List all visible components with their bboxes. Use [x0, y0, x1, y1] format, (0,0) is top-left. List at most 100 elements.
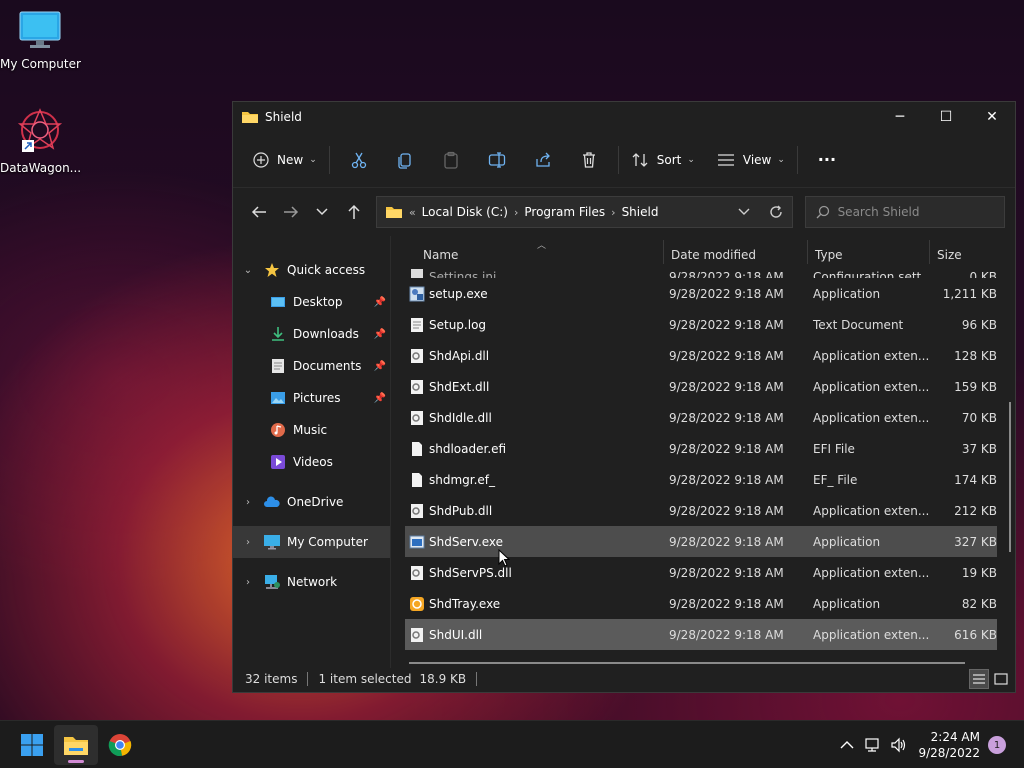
details-view-icon [973, 674, 985, 684]
show-hidden-icons-button[interactable] [834, 730, 860, 760]
volume-button[interactable] [886, 730, 912, 760]
sort-button[interactable]: Sort ⌄ [625, 144, 701, 176]
back-button[interactable] [243, 196, 275, 228]
column-divider[interactable] [807, 240, 808, 264]
tiles-view-button[interactable] [991, 669, 1011, 689]
nav-label: Network [287, 575, 338, 589]
nav-pictures[interactable]: Pictures 📌 [233, 382, 390, 414]
share-button[interactable] [520, 144, 566, 176]
recent-locations-button[interactable] [306, 196, 338, 228]
close-button[interactable]: ✕ [969, 102, 1015, 132]
file-date: 9/28/2022 9:18 AM [669, 596, 784, 611]
search-box[interactable] [804, 196, 1005, 228]
paste-button[interactable] [428, 144, 474, 176]
horizontal-scrollbar[interactable] [409, 662, 965, 664]
file-date: 9/28/2022 9:18 AM [669, 534, 784, 549]
file-row[interactable]: ShdServ.exe 9/28/2022 9:18 AM Applicatio… [405, 526, 997, 557]
rename-button[interactable] [474, 144, 520, 176]
minimize-button[interactable]: ─ [877, 102, 923, 132]
nav-my-computer[interactable]: › My Computer [233, 526, 390, 558]
nav-desktop[interactable]: Desktop 📌 [233, 286, 390, 318]
clock[interactable]: 2:24 AM 9/28/2022 [918, 729, 980, 761]
file-row[interactable]: ShdIdle.dll 9/28/2022 9:18 AM Applicatio… [405, 402, 997, 433]
network-icon [263, 573, 281, 591]
file-type: Application exten... [813, 379, 930, 394]
service-exe-icon [409, 535, 425, 548]
chevron-right-icon[interactable]: › [241, 537, 255, 548]
nav-onedrive[interactable]: › OneDrive [233, 486, 390, 518]
folder-icon [64, 736, 88, 755]
nav-downloads[interactable]: Downloads 📌 [233, 318, 390, 350]
column-divider[interactable] [929, 240, 930, 264]
file-row[interactable]: ShdServPS.dll 9/28/2022 9:18 AM Applicat… [405, 557, 997, 588]
chrome-taskbar-button[interactable] [98, 725, 142, 765]
file-row[interactable]: shdloader.efi 9/28/2022 9:18 AM EFI File… [405, 433, 997, 464]
nav-videos[interactable]: Videos [233, 446, 390, 478]
address-history-button[interactable] [728, 197, 760, 227]
column-header-type[interactable]: Type [815, 248, 843, 262]
command-bar: New ⌄ Sort ⌄ View ⌄ ··· [233, 132, 1015, 188]
refresh-button[interactable] [760, 197, 792, 227]
nav-music[interactable]: Music [233, 414, 390, 446]
nav-quick-access[interactable]: ⌄ Quick access [233, 254, 390, 286]
file-date: 9/28/2022 9:18 AM [669, 627, 784, 642]
search-icon [816, 205, 829, 219]
file-type: EFI File [813, 441, 855, 456]
file-date: 9/28/2022 9:18 AM [669, 503, 784, 518]
notification-badge[interactable]: 1 [988, 736, 1006, 754]
chevron-right-icon[interactable]: › [241, 497, 255, 508]
dll-file-icon [411, 627, 423, 642]
file-row[interactable]: Settings.ini 9/28/2022 9:18 AM Configura… [405, 268, 997, 278]
arrow-up-icon [348, 204, 360, 219]
title-bar[interactable]: Shield ─ ☐ ✕ [233, 102, 1015, 132]
cloud-icon [263, 493, 281, 511]
view-lines-icon [717, 153, 734, 166]
breadcrumb-program-files[interactable]: Program Files [524, 205, 605, 219]
network-status-button[interactable] [860, 730, 886, 760]
file-row[interactable]: shdmgr.ef_ 9/28/2022 9:18 AM EF_ File 17… [405, 464, 997, 495]
column-header-name[interactable]: Name [423, 248, 458, 262]
cut-button[interactable] [336, 144, 382, 176]
overflow-chevron[interactable]: « [409, 206, 416, 219]
vertical-scrollbar[interactable] [1009, 402, 1011, 552]
breadcrumb-shield[interactable]: Shield [622, 205, 659, 219]
chevron-right-icon[interactable]: › [241, 577, 255, 588]
column-header-size[interactable]: Size [937, 248, 962, 262]
status-divider [476, 672, 478, 686]
details-view-button[interactable] [969, 669, 989, 689]
start-button[interactable] [10, 725, 54, 765]
column-divider[interactable] [663, 240, 664, 264]
desktop-icon-datawagon[interactable]: DataWagon... [0, 106, 81, 175]
file-name: Settings.ini [429, 270, 497, 278]
nav-documents[interactable]: Documents 📌 [233, 350, 390, 382]
chevron-down-icon[interactable]: ⌄ [241, 265, 255, 276]
file-row[interactable]: ShdTray.exe 9/28/2022 9:18 AM Applicatio… [405, 588, 997, 619]
breadcrumb-local-disk[interactable]: Local Disk (C:) [422, 205, 508, 219]
up-button[interactable] [338, 196, 370, 228]
more-options-button[interactable]: ··· [804, 144, 850, 176]
file-row[interactable]: ShdExt.dll 9/28/2022 9:18 AM Application… [405, 371, 997, 402]
view-button[interactable]: View ⌄ [711, 144, 791, 176]
search-input[interactable] [837, 205, 998, 219]
file-row[interactable]: ShdUI.dll 9/28/2022 9:18 AM Application … [405, 619, 997, 650]
copy-button[interactable] [382, 144, 428, 176]
nav-label: Documents [293, 359, 362, 373]
file-date: 9/28/2022 9:18 AM [669, 441, 784, 456]
file-row[interactable]: ShdApi.dll 9/28/2022 9:18 AM Application… [405, 340, 997, 371]
monitor-icon [19, 11, 61, 48]
setup-exe-icon [409, 286, 425, 301]
desktop-icon-my-computer[interactable]: My Computer [0, 10, 81, 71]
file-row[interactable]: Setup.log 9/28/2022 9:18 AM Text Documen… [405, 309, 997, 340]
address-bar[interactable]: « Local Disk (C:) › Program Files › Shie… [375, 196, 793, 228]
column-header-date[interactable]: Date modified [671, 248, 756, 262]
new-button[interactable]: New ⌄ [247, 144, 323, 176]
maximize-button[interactable]: ☐ [923, 102, 969, 132]
file-date: 9/28/2022 9:18 AM [669, 286, 784, 301]
forward-button[interactable] [275, 196, 307, 228]
file-row[interactable]: ShdPub.dll 9/28/2022 9:18 AM Application… [405, 495, 997, 526]
file-row[interactable]: setup.exe 9/28/2022 9:18 AM Application … [405, 278, 997, 309]
nav-network[interactable]: › Network [233, 566, 390, 598]
file-type: Application exten... [813, 503, 930, 518]
delete-button[interactable] [566, 144, 612, 176]
file-explorer-taskbar-button[interactable] [54, 724, 98, 765]
